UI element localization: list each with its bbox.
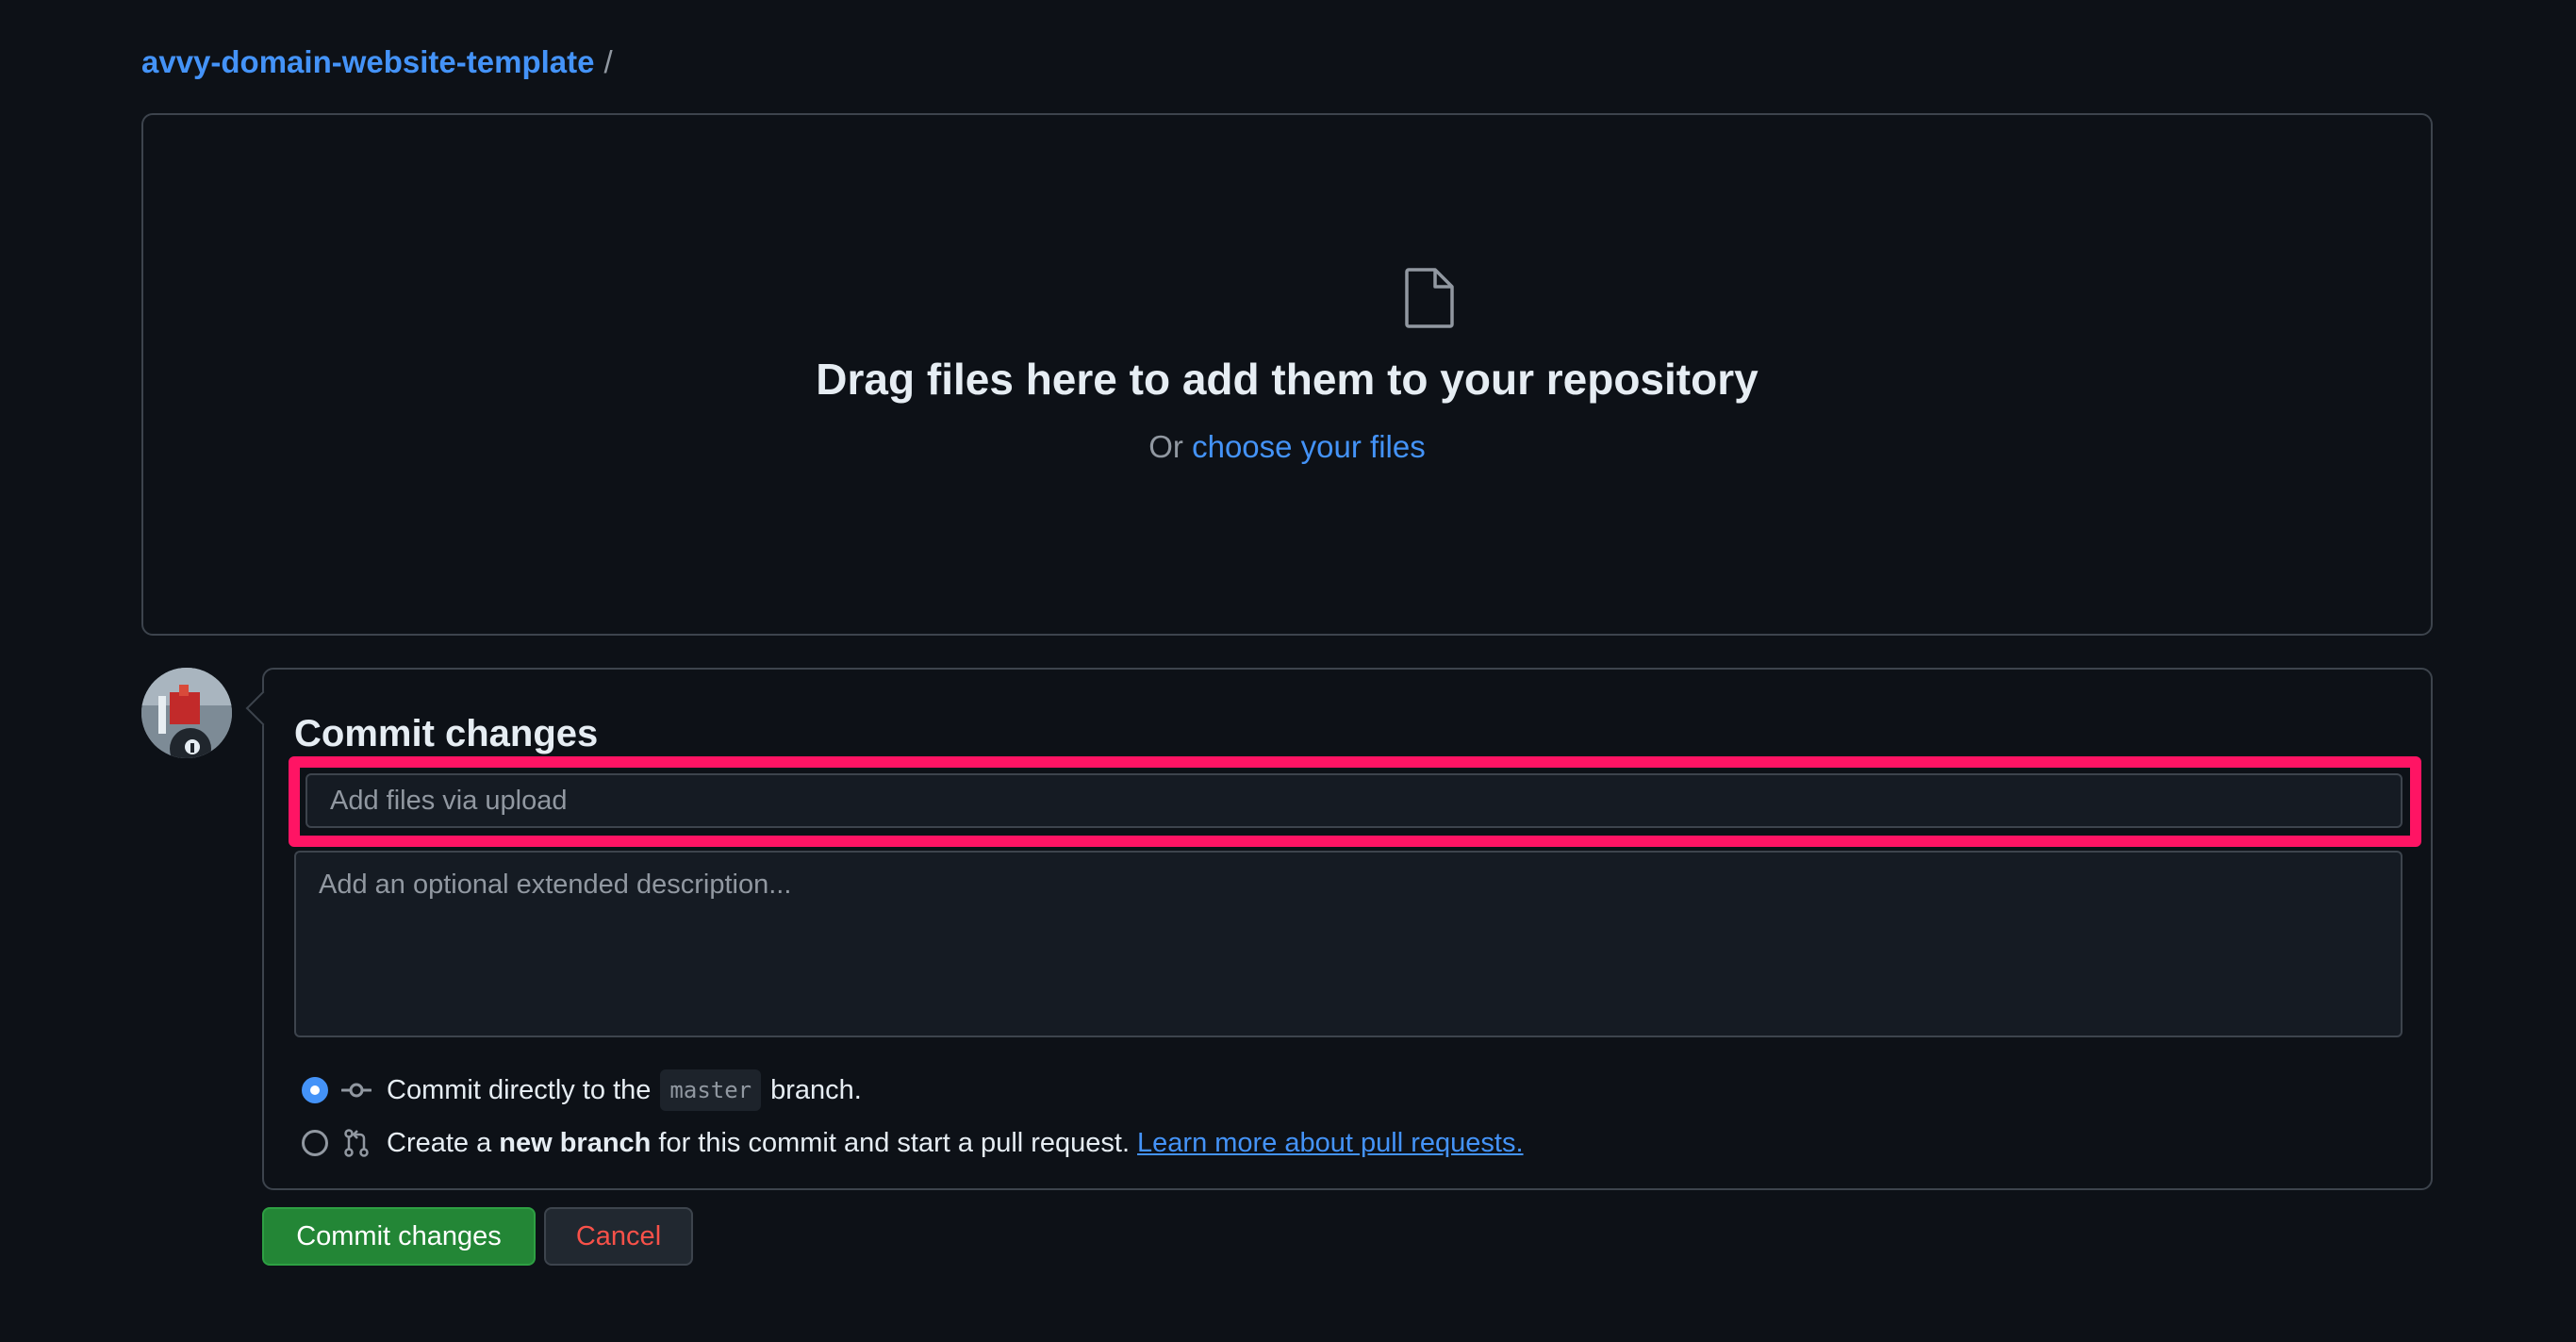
new-branch-suffix: for this commit and start a pull request… [658,1128,1131,1158]
commit-form: Commit changes Commit directly to the ma… [245,668,2433,1190]
repo-link[interactable]: avvy-domain-website-template [141,41,594,83]
avatar[interactable] [141,668,232,758]
new-branch-option[interactable]: Create a new branch for this commit and … [302,1124,1524,1162]
avatar-image [141,668,232,758]
commit-direct-radio[interactable] [302,1077,328,1103]
commit-direct-text: Commit directly to the [387,1075,652,1105]
upload-page: avvy-domain-website-template / Drag file… [0,0,2576,1342]
commit-summary-input[interactable] [305,773,2403,828]
breadcrumb: avvy-domain-website-template / [141,41,613,83]
breadcrumb-separator: / [603,44,613,79]
commit-direct-suffix: branch. [770,1075,862,1105]
commit-title: Commit changes [294,713,599,754]
dropzone-headline: Drag files here to add them to your repo… [816,355,1759,404]
commit-form-pointer [245,690,281,726]
file-dropzone[interactable]: Drag files here to add them to your repo… [141,113,2433,636]
commit-direct-option[interactable]: Commit directly to the master branch. [302,1069,862,1111]
dropzone-prefix: Or [1148,429,1183,464]
learn-more-link[interactable]: Learn more about pull requests. [1137,1124,1523,1162]
new-branch-bold: new branch [499,1128,652,1158]
choose-files-link[interactable]: choose your files [1192,429,1426,464]
pull-request-icon [344,1129,369,1157]
git-commit-icon [341,1083,372,1098]
dropzone-subtext: Or choose your files [143,426,2431,468]
branch-name: master [660,1069,762,1111]
new-branch-text: Create a [387,1128,492,1158]
file-icon [1405,268,1454,328]
commit-description-input[interactable] [294,851,2403,1037]
commit-changes-button[interactable]: Commit changes [262,1207,536,1266]
new-branch-radio[interactable] [302,1130,328,1156]
cancel-button[interactable]: Cancel [544,1207,693,1266]
